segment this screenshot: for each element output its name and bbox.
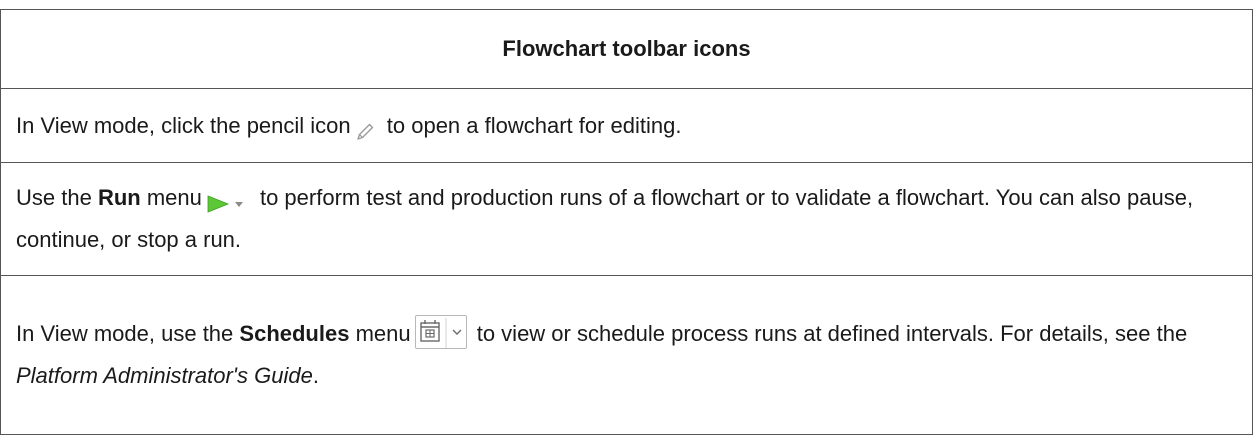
run-label: Run [97,185,141,210]
toolbar-icons-table: Flowchart toolbar icons In View mode, cl… [0,9,1253,435]
row-text: In View mode, use the [16,320,240,346]
table-header-row: Flowchart toolbar icons [0,9,1253,89]
pencil-icon [353,116,377,140]
schedules-label: Schedules [239,320,350,346]
row-text: In View mode, click the pencil icon [16,112,351,138]
row-text: Use the [16,185,98,210]
run-menu-icon [206,187,250,213]
guide-title: Platform Administrator's Guide [16,363,313,389]
row-text: to open a flowchart for editing. [380,112,682,138]
table-row: Use the Run menu to perform test and pro… [0,162,1253,276]
table-row: In View mode, click the pencil icon to o… [0,88,1253,163]
pencil-row-cell: In View mode, click the pencil icon to o… [0,88,1253,163]
row-text: . [312,363,319,389]
row-text: menu [349,320,411,346]
run-row-cell: Use the Run menu to perform test and pro… [0,162,1253,276]
table-title: Flowchart toolbar icons [0,9,1253,89]
table-row: In View mode, use the Schedules menu to … [0,275,1253,435]
schedules-row-cell: In View mode, use the Schedules menu to … [0,275,1253,435]
row-text: menu [140,185,202,210]
row-text: to view or schedule process runs at defi… [470,320,1188,346]
schedules-menu-icon [414,315,467,350]
